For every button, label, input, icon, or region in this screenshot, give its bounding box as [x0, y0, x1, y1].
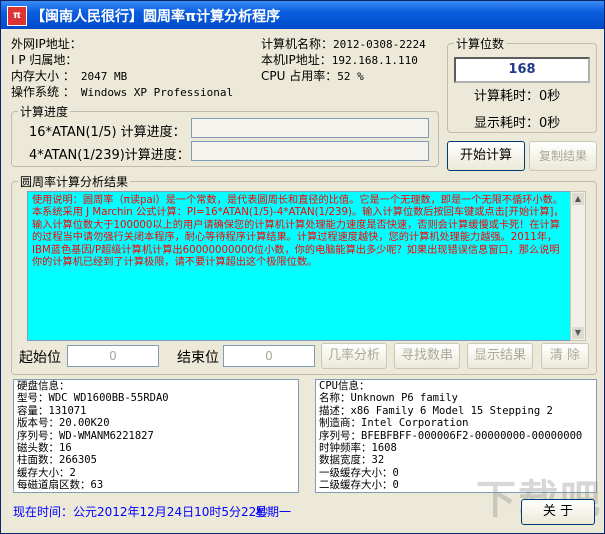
- memory-label: 内存大小 ：: [11, 69, 75, 83]
- disk-info-line: 每磁道扇区数：63: [17, 479, 104, 492]
- clear-button[interactable]: 清 除: [541, 343, 589, 369]
- display-time: 显示耗时：0秒: [474, 116, 561, 131]
- main-window: π 【闽南人民很行】圆周率π计算分析程序 外网IP地址： I P 归属地： 内存…: [0, 0, 605, 534]
- end-pos-input[interactable]: 0: [223, 345, 315, 367]
- disk-info-line: 版本号：20.00K20: [17, 417, 110, 430]
- local-ip-label: 本机IP地址：: [261, 53, 332, 67]
- start-button[interactable]: 开始计算: [447, 141, 525, 171]
- current-time: 现在时间：公元2012年12月24日10时5分22秒: [13, 505, 269, 519]
- digits-legend: 计算位数: [456, 37, 505, 51]
- sysinfo-left-4: 操作系统 ： Windows XP Professional: [11, 83, 233, 100]
- disk-info-line: 型号：WDC WD1600BB-55RDA0: [17, 392, 169, 405]
- os-label: 操作系统 ：: [11, 85, 75, 99]
- start-pos-label: 起始位: [19, 350, 61, 366]
- cpu-info-line: 描述：x86 Family 6 Model 15 Stepping 2: [319, 404, 553, 417]
- show-result-button[interactable]: 显示结果: [467, 343, 533, 369]
- cpu-info-line: 制造商：Intel Corporation: [319, 417, 469, 430]
- digits-input[interactable]: 168: [454, 57, 590, 83]
- sysinfo-left-1: 外网IP地址：: [11, 35, 82, 52]
- disk-info-line: 柱面数：266305: [17, 454, 97, 467]
- cpu-usage-label: CPU 占用率：: [261, 69, 338, 83]
- weekday: 星期一: [255, 505, 292, 519]
- progress-bar-atan239: [191, 141, 429, 161]
- find-sequence-button[interactable]: 寻找数串: [394, 343, 460, 369]
- sysinfo-right-3: CPU 占用率：52 %: [261, 67, 364, 84]
- memory-value: 2047 MB: [80, 70, 128, 83]
- cpu-info-line: 时钟频率：1608: [319, 442, 397, 455]
- progress-row2-label: 4*ATAN(1/239)计算进度：: [29, 148, 190, 163]
- disk-info-line: 容量：131071: [17, 404, 87, 417]
- title-bar[interactable]: π 【闽南人民很行】圆周率π计算分析程序: [1, 1, 604, 29]
- result-legend: 圆周率计算分析结果: [20, 175, 129, 189]
- start-pos-input[interactable]: 0: [67, 345, 159, 367]
- computer-name-value: 2012-0308-2224: [333, 38, 426, 51]
- probability-analysis-button[interactable]: 几率分析: [321, 343, 387, 369]
- copy-result-button[interactable]: 复制结果: [529, 141, 597, 171]
- window-title: 【闽南人民很行】圆周率π计算分析程序: [31, 9, 281, 25]
- sysinfo-right-1: 计算机名称：2012-0308-2224: [261, 35, 426, 52]
- cpu-info-line: 序列号：BFEBFBFF-000006F2-00000000-00000000: [319, 429, 583, 442]
- computer-name-label: 计算机名称：: [261, 37, 334, 51]
- local-ip-value: 192.168.1.110: [331, 54, 418, 67]
- ip-location-label: I P 归属地：: [11, 53, 78, 67]
- progress-row1-label: 16*ATAN(1/5) 计算进度：: [29, 125, 186, 140]
- scroll-up-icon[interactable]: ▲: [572, 193, 584, 205]
- end-pos-label: 结束位: [177, 350, 219, 366]
- sysinfo-left-2: I P 归属地：: [11, 51, 77, 68]
- disk-info-line: 缓存大小：2: [17, 466, 76, 479]
- result-scrollbar[interactable]: ▲ ▼: [570, 191, 586, 341]
- result-text: 使用说明：圆周率（π读pai）是一个常数，是代表圆周长和直径的比值。它是一个无理…: [32, 195, 564, 269]
- calc-time: 计算耗时：0秒: [474, 89, 561, 104]
- disk-info-line: 硬盘信息：: [17, 380, 70, 392]
- disk-info-box: 硬盘信息： 型号：WDC WD1600BB-55RDA0 容量：131071 版…: [13, 379, 299, 493]
- sysinfo-right-2: 本机IP地址：192.168.1.110: [261, 51, 418, 68]
- cpu-info-line: CPU信息：: [319, 380, 370, 392]
- os-value: Windows XP Professional: [80, 86, 234, 99]
- disk-info-line: 序列号：WD-WMANM6221827: [17, 429, 154, 442]
- app-icon: π: [7, 6, 27, 26]
- sysinfo-left-3: 内存大小 ： 2047 MB: [11, 67, 127, 84]
- cpu-usage-value: 52 %: [337, 70, 364, 83]
- cpu-info-line: 数据宽度：32: [319, 454, 385, 467]
- scroll-down-icon[interactable]: ▼: [572, 327, 584, 339]
- result-textarea[interactable]: 使用说明：圆周率（π读pai）是一个常数，是代表圆周长和直径的比值。它是一个无理…: [27, 191, 572, 341]
- about-button[interactable]: 关 于: [521, 499, 595, 525]
- external-ip-label: 外网IP地址：: [11, 37, 82, 51]
- cpu-info-line: 名称：Unknown P6 family: [319, 392, 458, 405]
- disk-info-line: 磁头数：16: [17, 442, 72, 455]
- progress-legend: 计算进度: [20, 105, 69, 119]
- progress-bar-atan5: [191, 118, 429, 138]
